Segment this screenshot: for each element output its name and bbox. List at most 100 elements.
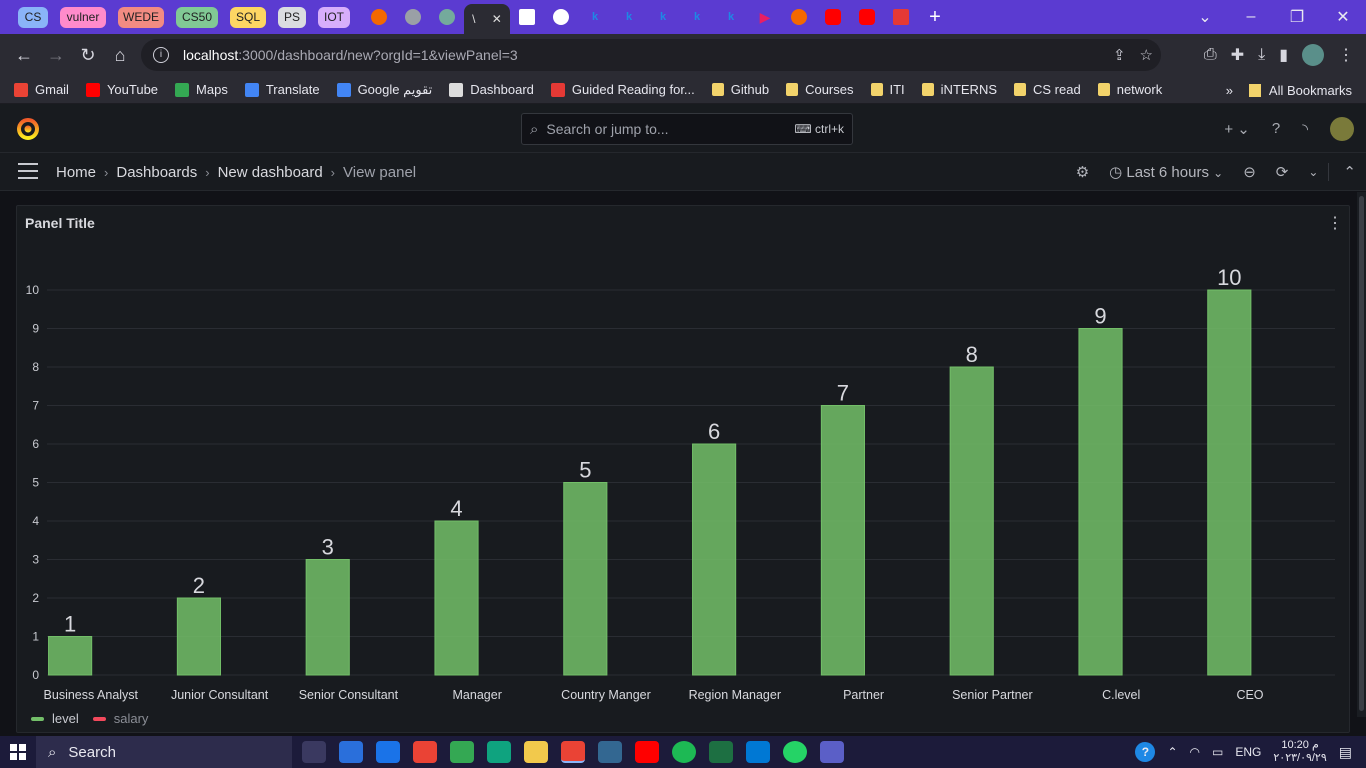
tab-active[interactable]: \ ✕ (464, 4, 510, 34)
search-input[interactable]: ⌕ Search or jump to... ⌨ ctrl+k (521, 113, 853, 145)
tab-k-4[interactable]: k (680, 0, 714, 34)
minimize-icon[interactable]: – (1228, 8, 1274, 26)
notifications-icon[interactable]: ▤ (1339, 744, 1352, 761)
tab-chatgpt[interactable] (430, 0, 464, 34)
file-explorer-icon[interactable] (524, 741, 548, 763)
mail-icon[interactable] (376, 741, 400, 763)
back-arrow-icon[interactable]: ← (8, 45, 40, 66)
chrome-icon[interactable] (561, 741, 585, 763)
bookmark-10[interactable]: iNTERNS (921, 82, 997, 97)
page-scrollbar[interactable] (1357, 192, 1366, 717)
settings-gear-icon[interactable]: ⚙ (1066, 163, 1099, 181)
tab-search-chevron-icon[interactable]: ⌄ (1182, 7, 1228, 27)
close-tab-icon[interactable]: ✕ (492, 12, 502, 26)
help-tray-icon[interactable]: ? (1135, 742, 1156, 762)
tab-group-cs[interactable]: CS (18, 6, 48, 28)
tab-grafana[interactable] (362, 0, 396, 34)
taskbar-search[interactable]: ⌕ Search (36, 736, 292, 768)
youtube-icon[interactable] (635, 741, 659, 763)
bookmark-0[interactable]: Gmail (14, 82, 69, 97)
gmail-icon[interactable] (413, 741, 437, 763)
restore-icon[interactable]: ❐ (1274, 7, 1320, 27)
wifi-icon[interactable]: ◠ (1190, 745, 1200, 759)
tab-group-iot[interactable]: IOT (318, 6, 350, 28)
vscode-icon[interactable] (746, 741, 770, 763)
tab-k-2[interactable]: k (612, 0, 646, 34)
reload-icon[interactable]: ↻ (72, 45, 104, 66)
grafana-logo-icon[interactable] (15, 116, 41, 142)
clock[interactable]: 10:20 م ٢٠٢٣/٠٩/٢٩ (1273, 739, 1326, 765)
zoom-out-icon[interactable]: ⊖ (1233, 163, 1266, 181)
legend-item-level[interactable]: level (31, 711, 79, 726)
printer-icon[interactable]: ⎙ (1204, 46, 1217, 64)
tab-youtube-1[interactable] (816, 0, 850, 34)
refresh-icon[interactable]: ⟳ (1266, 163, 1299, 181)
postgres-icon[interactable] (598, 741, 622, 763)
tab-k-1[interactable]: k (578, 0, 612, 34)
profile-avatar[interactable] (1302, 44, 1324, 66)
bookmarks-overflow-icon[interactable]: » (1226, 83, 1233, 98)
edge-icon[interactable] (487, 741, 511, 763)
address-bar[interactable]: i localhost:3000/dashboard/new?orgId=1&v… (141, 39, 1161, 71)
bookmark-8[interactable]: Courses (786, 82, 854, 97)
tab-k-5[interactable]: k (714, 0, 748, 34)
spotify-icon[interactable] (672, 741, 696, 763)
breadcrumb-home[interactable]: Home (56, 164, 96, 181)
bookmark-11[interactable]: CS read (1014, 82, 1081, 97)
windows-start-icon[interactable] (0, 736, 36, 768)
refresh-interval-chevron-icon[interactable]: ⌄ (1298, 165, 1328, 179)
home-icon[interactable]: ⌂ (104, 45, 136, 66)
share-icon[interactable]: ⇪ (1113, 46, 1126, 64)
tab-codeforces[interactable] (510, 0, 544, 34)
close-window-icon[interactable]: ✕ (1320, 7, 1366, 27)
bookmark-5[interactable]: Dashboard (449, 82, 534, 97)
tab-play[interactable]: ▶ (748, 0, 782, 34)
breadcrumb-new-dashboard[interactable]: New dashboard (218, 164, 323, 181)
whatsapp-icon[interactable] (783, 741, 807, 763)
bookmark-3[interactable]: Translate (244, 82, 320, 97)
time-picker-button[interactable]: ◷ Last 6 hours ⌄ (1099, 163, 1233, 181)
bookmark-6[interactable]: Guided Reading for... (550, 82, 695, 97)
tab-group-ps[interactable]: PS (278, 6, 306, 28)
site-info-icon[interactable]: i (153, 47, 169, 63)
tab-group-cs50[interactable]: CS50 (176, 6, 218, 28)
help-icon[interactable]: ? (1272, 120, 1280, 137)
excel-icon[interactable] (709, 741, 733, 763)
bookmark-9[interactable]: ITI (870, 82, 905, 97)
side-panel-icon[interactable]: ▮ (1279, 45, 1288, 65)
tab-group-wede[interactable]: WEDE (118, 6, 164, 28)
tab-group-vulner[interactable]: vulner (60, 6, 106, 28)
tab-grafana-2[interactable] (782, 0, 816, 34)
chevron-up-icon[interactable]: ⌃ (1167, 745, 1177, 759)
kebab-menu-icon[interactable]: ⋮ (1338, 45, 1354, 65)
battery-icon[interactable]: ▭ (1212, 745, 1223, 759)
download-icon[interactable]: ⤓ (1258, 46, 1265, 64)
tab-globe[interactable] (396, 0, 430, 34)
store-icon[interactable] (339, 741, 363, 763)
bookmark-star-icon[interactable]: ☆ (1140, 46, 1153, 64)
tab-youtube-2[interactable] (850, 0, 884, 34)
menu-hamburger-icon[interactable] (18, 163, 38, 179)
task-view-icon[interactable] (302, 741, 326, 763)
all-bookmarks-button[interactable]: All Bookmarks (1248, 83, 1352, 98)
bookmark-4[interactable]: Google تقويم (336, 82, 432, 98)
tab-pdf[interactable] (884, 0, 918, 34)
extensions-puzzle-icon[interactable]: ✚ (1231, 45, 1244, 65)
teams-icon[interactable] (820, 741, 844, 763)
new-tab-plus-icon[interactable]: + (918, 0, 952, 34)
news-rss-icon[interactable]: ◝ (1302, 120, 1308, 138)
bookmark-7[interactable]: Github (711, 82, 769, 97)
forward-arrow-icon[interactable]: → (40, 45, 72, 66)
tab-google[interactable] (544, 0, 578, 34)
tab-group-sql[interactable]: SQL (230, 6, 266, 28)
tab-k-3[interactable]: k (646, 0, 680, 34)
scrollbar-thumb[interactable] (1359, 196, 1364, 711)
bookmark-1[interactable]: YouTube (85, 82, 158, 97)
breadcrumb-dashboards[interactable]: Dashboards (116, 164, 197, 181)
add-plus-icon[interactable]: + ⌄ (1224, 120, 1250, 138)
bookmark-2[interactable]: Maps (175, 82, 228, 97)
drive-icon[interactable] (450, 741, 474, 763)
user-avatar[interactable] (1330, 116, 1354, 141)
bookmark-12[interactable]: network (1097, 82, 1162, 97)
collapse-chevron-up-icon[interactable]: ⌃ (1328, 163, 1366, 181)
